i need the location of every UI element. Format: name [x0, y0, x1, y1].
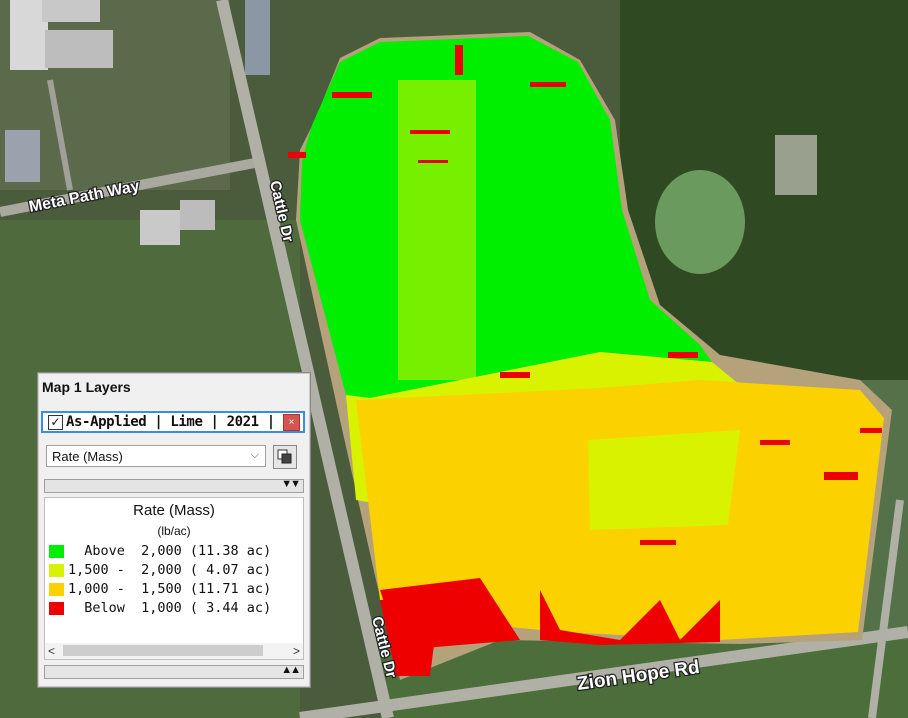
horizontal-scrollbar[interactable]: < > [44, 643, 304, 660]
zone-below-1000 [668, 352, 698, 358]
zone-below-1000 [640, 540, 676, 545]
layer-row[interactable]: ✓ As-Applied | Lime | 2021 | F × [41, 411, 305, 433]
legend-text: Below 1,000 ( 3.44 ac) [68, 600, 272, 616]
zone-below-1000 [418, 160, 448, 163]
zone-below-1000 [332, 92, 372, 98]
layer-name: As-Applied | Lime | 2021 | F [66, 414, 284, 430]
scroll-right-icon[interactable]: > [293, 643, 300, 659]
legend-swatch [49, 564, 64, 577]
legend-item: Below 1,000 ( 3.44 ac) [49, 599, 303, 617]
zone-below-1000 [860, 428, 882, 433]
building [245, 0, 270, 75]
scroll-left-icon[interactable]: < [48, 643, 55, 659]
legend: Rate (Mass) (lb/ac) Above 2,000 (11.38 a… [44, 497, 304, 645]
legend-text: 1,000 - 1,500 (11.71 ac) [68, 581, 272, 597]
zone-below-1000 [500, 372, 530, 378]
layer-visibility-checkbox[interactable]: ✓ [48, 415, 63, 430]
legend-item: 1,000 - 1,500 (11.71 ac) [49, 580, 303, 598]
legend-title: Rate (Mass) [133, 502, 215, 519]
chevron-down-icon: ⌵ [250, 449, 259, 461]
zone-below-1000 [530, 82, 566, 87]
zone-below-1000 [410, 130, 450, 134]
zone-below-1000 [455, 45, 463, 75]
pond [655, 170, 745, 274]
building [45, 30, 113, 68]
collapse-bar[interactable]: ▼▼ [44, 478, 304, 493]
building [42, 0, 100, 22]
expand-bar[interactable]: ▲▲ [44, 664, 304, 679]
structure [775, 135, 817, 195]
zone-1500-2000 [588, 430, 740, 530]
legend-swatch [49, 602, 64, 615]
legend-item: Above 2,000 (11.38 ac) [49, 542, 303, 560]
attribute-select-value: Rate (Mass) [52, 449, 123, 464]
close-icon[interactable]: × [283, 414, 300, 431]
legend-unit: (lb/ac) [157, 524, 191, 538]
zone-below-1000 [288, 152, 306, 158]
legend-swatch [49, 583, 64, 596]
building [180, 200, 215, 230]
attribute-select[interactable]: Rate (Mass) ⌵ [46, 445, 266, 467]
scroll-thumb[interactable] [63, 645, 263, 656]
zone-below-1000 [760, 440, 790, 445]
zone-below-1000 [824, 472, 858, 480]
legend-text: Above 2,000 (11.38 ac) [68, 543, 272, 559]
legend-text: 1,500 - 2,000 ( 4.07 ac) [68, 562, 272, 578]
building [140, 210, 180, 245]
panel-title: Map 1 Layers [42, 379, 131, 395]
copy-layer-button[interactable] [273, 445, 297, 469]
collapse-icon: ▼▼ [281, 478, 301, 490]
layers-panel: Map 1 Layers ✓ As-Applied | Lime | 2021 … [37, 372, 311, 688]
expand-icon: ▲▲ [281, 664, 301, 676]
legend-swatch [49, 545, 64, 558]
zone-stripes [398, 80, 476, 380]
building [5, 130, 40, 182]
legend-item: 1,500 - 2,000 ( 4.07 ac) [49, 561, 303, 579]
copy-icon [277, 449, 292, 464]
